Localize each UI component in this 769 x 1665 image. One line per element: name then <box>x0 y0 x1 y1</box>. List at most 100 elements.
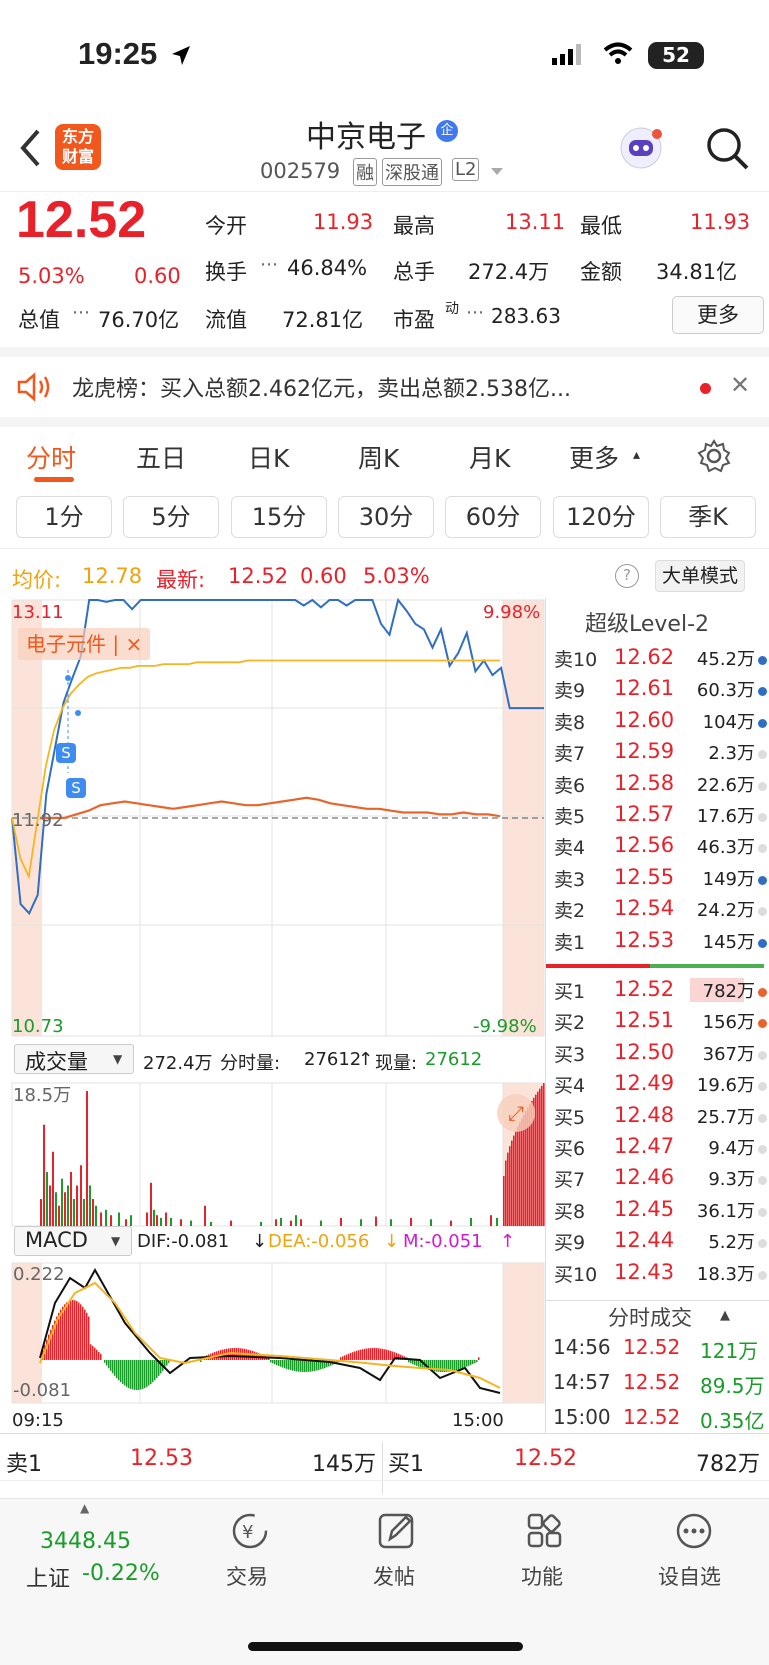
intraday-chart[interactable] <box>0 598 545 1430</box>
bid-row[interactable]: 买5 12.48 25.7万 <box>546 1103 769 1134</box>
y-top-label: 13.11 <box>12 602 64 623</box>
big-order-mode-button[interactable]: 大单模式 <box>655 560 746 592</box>
function-grid-icon[interactable] <box>525 1511 567 1551</box>
macd-bar <box>304 1360 306 1372</box>
period-button[interactable]: 15分 <box>231 496 327 538</box>
ask-row[interactable]: 卖4 12.56 46.3万 <box>546 833 769 864</box>
ask-row[interactable]: 卖3 12.55 149万 <box>546 865 769 896</box>
macd-bar <box>478 1357 480 1360</box>
down-arrow-icon: ↓ <box>384 1231 400 1252</box>
signal-tag[interactable]: S <box>56 743 76 763</box>
macd-bar <box>384 1349 386 1360</box>
sector-tag[interactable]: 电子元件 | × <box>18 628 151 660</box>
chevron-up-icon[interactable]: ▲ <box>80 1501 89 1515</box>
trade-label[interactable]: 交易 <box>226 1561 268 1591</box>
trade-icon[interactable]: ¥ <box>229 1511 271 1551</box>
back-icon[interactable] <box>18 128 42 168</box>
macd-bar <box>372 1348 374 1360</box>
ask-row[interactable]: 卖2 12.54 24.2万 <box>546 896 769 927</box>
tab-weekly-k[interactable]: 周K <box>358 439 399 475</box>
app-logo[interactable]: 东方 财富 <box>55 124 101 170</box>
low-label: 最低 <box>580 214 622 238</box>
bottom-tabbar: ▲ 3448.45 上证 -0.22% ¥ 交易 发帖 功能 设自选 <box>0 1498 769 1665</box>
macd-bar <box>124 1360 126 1386</box>
ask-row[interactable]: 卖10 12.62 45.2万 <box>546 645 769 676</box>
expand-icon[interactable]: ⤢ <box>497 1094 535 1132</box>
search-icon[interactable] <box>705 126 749 170</box>
macd-bar <box>134 1360 136 1390</box>
macd-bar <box>230 1348 232 1360</box>
bid-row[interactable]: 买2 12.51 156万 <box>546 1008 769 1039</box>
bid-ratio-bar <box>650 964 764 968</box>
function-label[interactable]: 功能 <box>521 1561 563 1591</box>
order-dot <box>758 813 767 822</box>
more-dots-icon[interactable] <box>673 1511 715 1551</box>
period-button[interactable]: 60分 <box>445 496 541 538</box>
macd-bar <box>410 1360 412 1364</box>
stock-name: 中京电子 <box>306 120 426 155</box>
ticks-title[interactable]: 分时成交 <box>608 1302 692 1332</box>
post-label[interactable]: 发帖 <box>373 1561 415 1591</box>
bid-row[interactable]: 买4 12.49 19.6万 <box>546 1071 769 1102</box>
ask-row[interactable]: 卖1 12.53 145万 <box>546 928 769 959</box>
tab-more[interactable]: 更多 <box>569 439 619 475</box>
macd-bar <box>360 1349 362 1360</box>
vol-top-label: 18.5万 <box>13 1085 72 1106</box>
post-edit-icon[interactable] <box>376 1511 418 1551</box>
ask-row[interactable]: 卖7 12.59 2.3万 <box>546 739 769 770</box>
period-button[interactable]: 5分 <box>123 496 219 538</box>
robot-assistant-icon[interactable] <box>617 124 665 172</box>
tab-five-day[interactable]: 五日 <box>136 439 186 475</box>
bid-row[interactable]: 买1 12.52 782万 <box>546 977 769 1008</box>
period-button[interactable]: 30分 <box>338 496 434 538</box>
bid-row[interactable]: 买6 12.47 9.4万 <box>546 1134 769 1165</box>
macd-bar <box>286 1360 288 1369</box>
level-price: 12.49 <box>614 1071 675 1096</box>
signal-tag[interactable]: S <box>66 778 86 798</box>
ask-row[interactable]: 卖5 12.57 17.6万 <box>546 802 769 833</box>
help-icon[interactable]: ? <box>615 564 639 588</box>
volume-bar <box>260 1221 262 1226</box>
settings-gear-icon[interactable] <box>697 439 731 473</box>
sector-close-icon[interactable]: × <box>125 632 142 656</box>
period-button[interactable]: 120分 <box>553 496 649 538</box>
volume-bar <box>430 1219 432 1226</box>
bid-row[interactable]: 买8 12.45 36.1万 <box>546 1197 769 1228</box>
period-button[interactable]: 1分 <box>16 496 112 538</box>
volume-label: 总手 <box>393 260 435 284</box>
tab-monthly-k[interactable]: 月K <box>469 439 510 475</box>
info-icon[interactable]: ⋯ <box>72 302 90 323</box>
chevron-up-icon[interactable]: ▲ <box>720 1308 730 1323</box>
tab-intraday[interactable]: 分时 <box>26 439 76 475</box>
more-button[interactable]: 更多 <box>672 296 764 334</box>
orderbook-title[interactable]: 超级Level-2 <box>585 606 709 638</box>
ask-row[interactable]: 卖9 12.61 60.3万 <box>546 676 769 707</box>
battery-icon: 52 <box>648 42 704 69</box>
tab-daily-k[interactable]: 日K <box>248 439 289 475</box>
period-button[interactable]: 季K <box>660 496 756 538</box>
index-name[interactable]: 上证 <box>26 1561 70 1593</box>
macd-bar <box>344 1355 346 1360</box>
macd-indicator-select[interactable]: MACD ▼ <box>14 1226 132 1256</box>
macd-bar <box>358 1350 360 1360</box>
dropdown-icon[interactable] <box>490 167 504 177</box>
level-volume: 104万 <box>702 711 755 733</box>
bid1-vol: 782万 <box>696 1452 760 1477</box>
info-icon[interactable]: ⋯ <box>466 302 484 323</box>
volume-indicator-select[interactable]: 成交量 ▼ <box>14 1044 134 1074</box>
volume-bar <box>73 1199 75 1226</box>
bid-row[interactable]: 买9 12.44 5.2万 <box>546 1228 769 1259</box>
volume-bar <box>523 1114 525 1226</box>
ask-row[interactable]: 卖6 12.58 22.6万 <box>546 771 769 802</box>
close-icon[interactable]: ✕ <box>730 371 750 399</box>
bid-row[interactable]: 买3 12.50 367万 <box>546 1040 769 1071</box>
index-pct[interactable]: -0.22% <box>82 1561 160 1586</box>
notice-bar[interactable]: 龙虎榜：买入总额2.462亿元，卖出总额2.538亿... ✕ <box>0 357 769 417</box>
watchlist-label[interactable]: 设自选 <box>658 1561 721 1591</box>
bid-row[interactable]: 买10 12.43 18.3万 <box>546 1260 769 1291</box>
info-icon[interactable]: ⋯ <box>260 254 278 275</box>
index-value[interactable]: 3448.45 <box>40 1529 131 1554</box>
ask-row[interactable]: 卖8 12.60 104万 <box>546 708 769 739</box>
level-volume: 36.1万 <box>696 1200 755 1222</box>
bid-row[interactable]: 买7 12.46 9.3万 <box>546 1165 769 1196</box>
